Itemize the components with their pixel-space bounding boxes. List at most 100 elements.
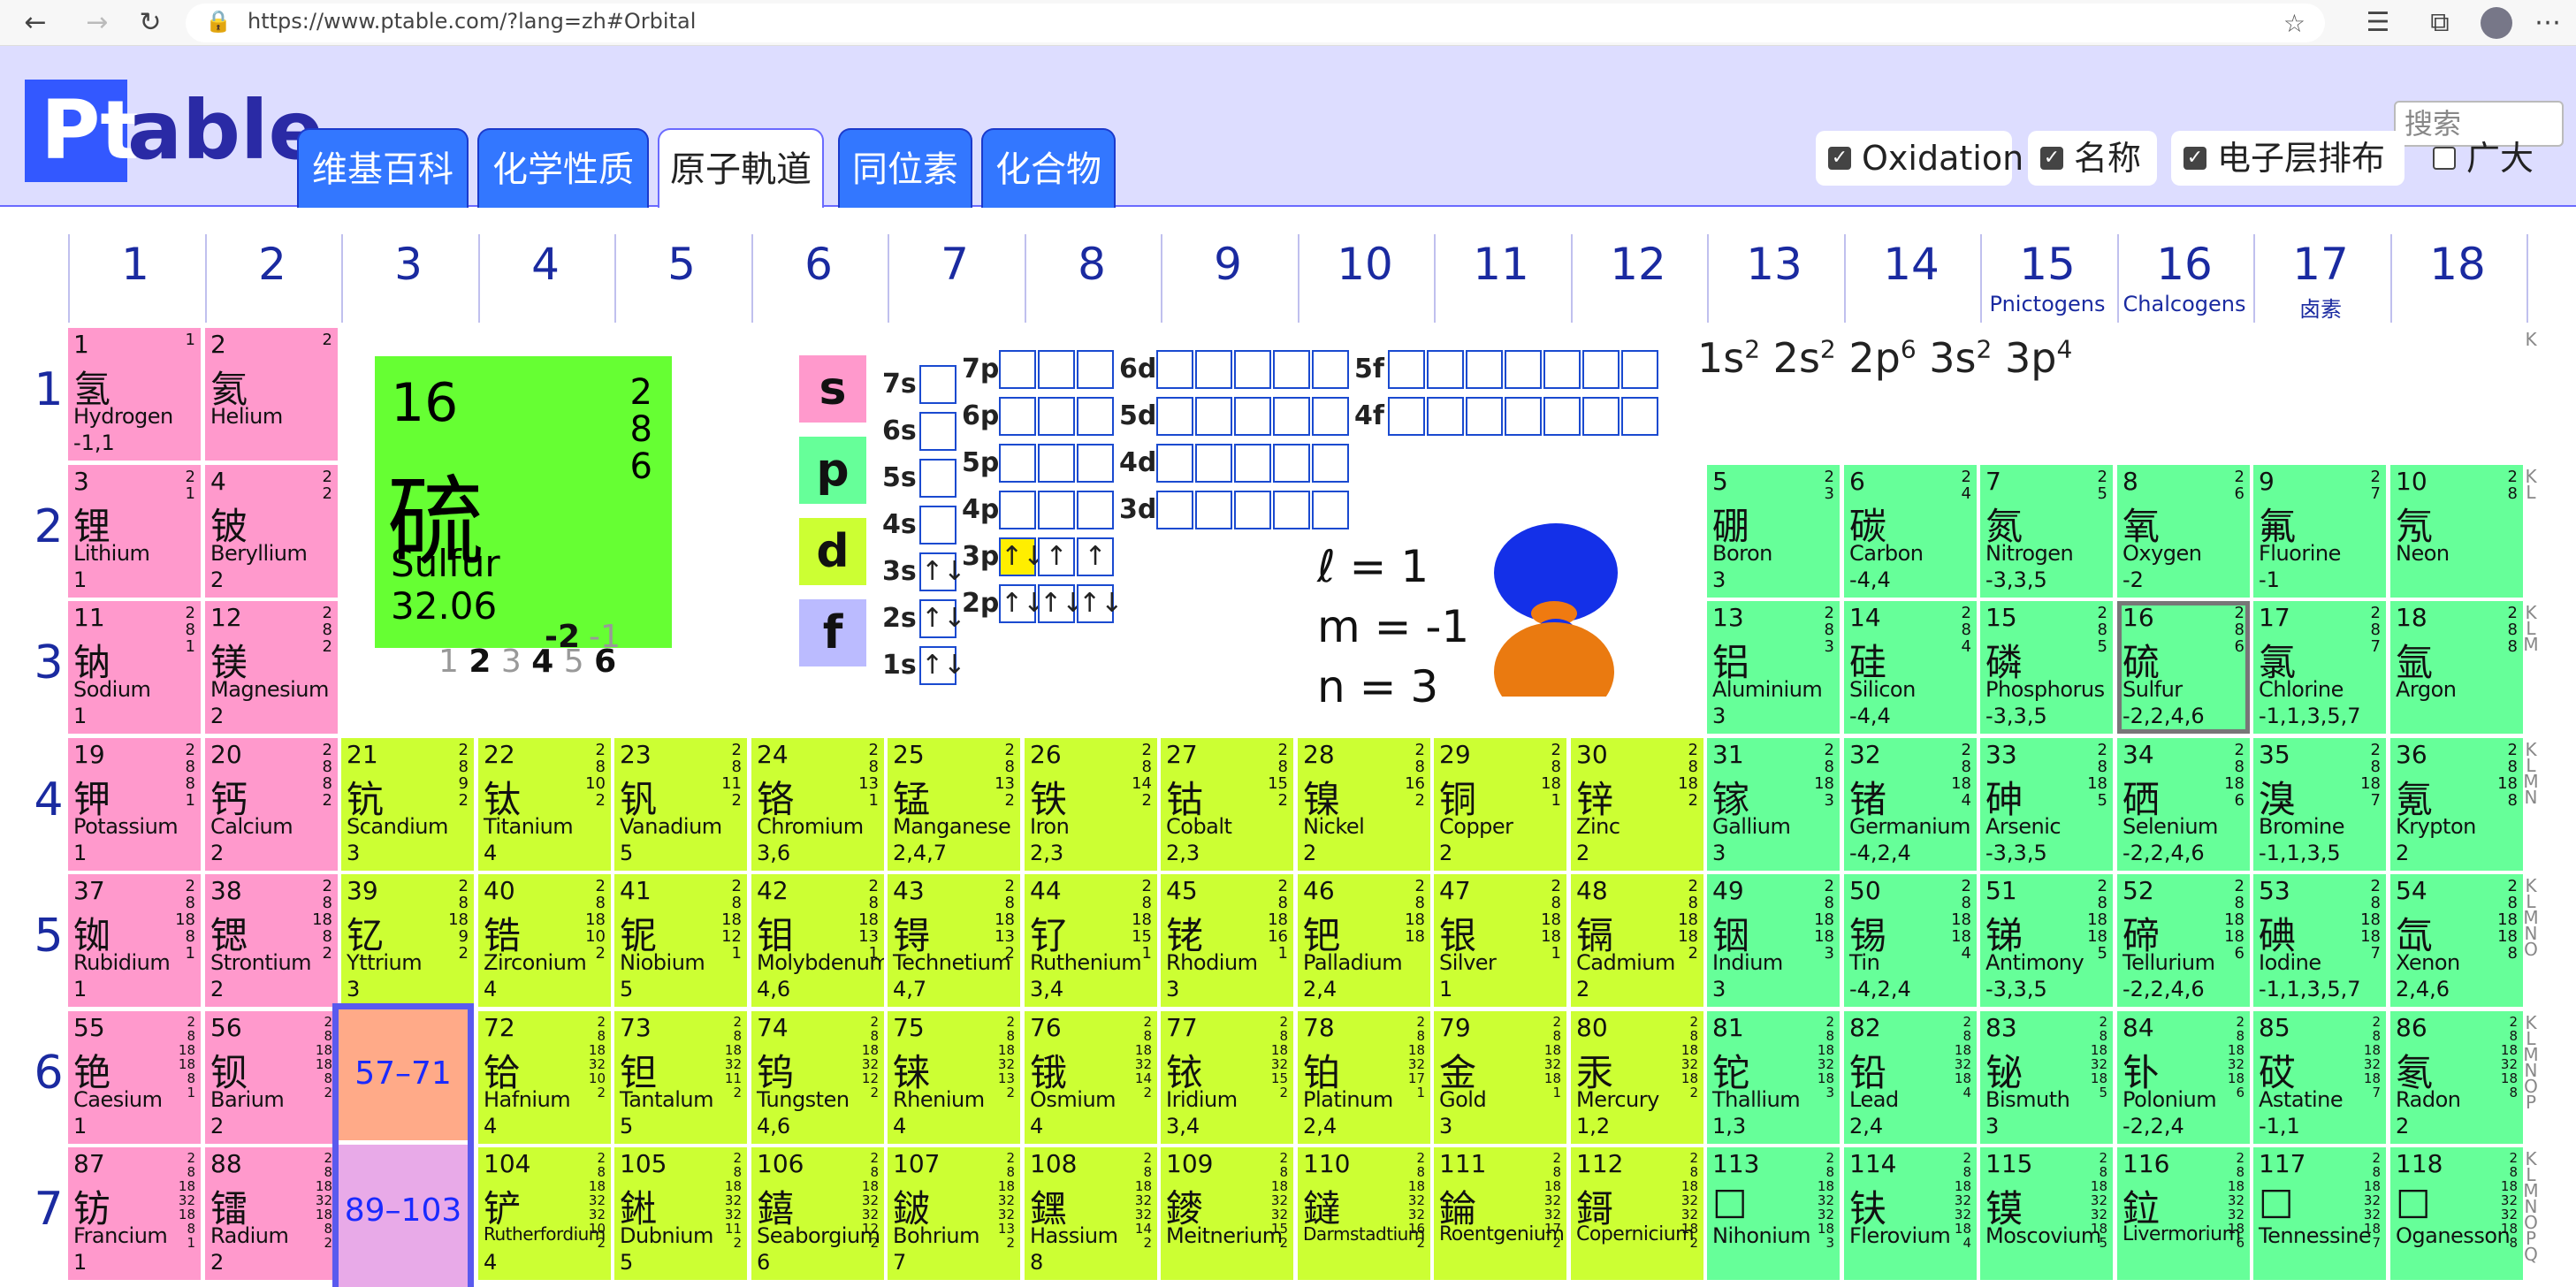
orbital-box[interactable] <box>1427 397 1464 436</box>
element-cell[interactable]: 118 □ Oganesson 2 8 18 32 32 18 8 <box>2390 1147 2523 1280</box>
element-cell[interactable]: 27 钴 Cobalt 2,3 2 8 15 2 <box>1161 738 1293 871</box>
orbital-box[interactable] <box>919 506 956 544</box>
orbital-box[interactable]: ↑↓ <box>1038 584 1084 623</box>
toggle-wide[interactable]: 广大 <box>2420 131 2553 186</box>
address-bar[interactable]: 🔒 https://www.ptable.com/?lang=zh#Orbita… <box>186 4 2325 42</box>
element-cell[interactable]: 12 镁 Magnesium 2 2 8 2 <box>205 601 338 734</box>
group-number[interactable]: 3 <box>341 239 476 290</box>
element-cell[interactable]: 51 锑 Antimony -3,3,5 2 8 18 18 5 <box>1980 874 2113 1007</box>
orbital-box[interactable] <box>1156 350 1193 389</box>
element-cell[interactable]: 14 硅 Silicon -4,4 2 8 4 <box>1844 601 1977 734</box>
element-cell[interactable]: 50 锡 Tin -4,2,4 2 8 18 18 4 <box>1844 874 1977 1007</box>
element-cell[interactable]: 2 氦 Helium 2 <box>205 328 338 461</box>
element-cell[interactable]: 74 钨 Tungsten 4,6 2 8 18 32 12 2 <box>751 1011 884 1144</box>
orbital-box[interactable] <box>1195 397 1232 436</box>
group-number[interactable]: 17 <box>2253 239 2388 290</box>
collections-icon[interactable]: ⧉ <box>2422 5 2458 41</box>
element-cell[interactable]: 44 钌 Ruthenium 3,4 2 8 18 15 1 <box>1025 874 1157 1007</box>
element-cell[interactable]: 13 铝 Aluminium 3 2 8 3 <box>1707 601 1840 734</box>
group-number[interactable]: 11 <box>1434 239 1568 290</box>
favorites-icon[interactable]: ☰ <box>2360 5 2396 41</box>
toggle-shells[interactable]: ✓ 电子层排布 <box>2171 131 2405 186</box>
orbital-box[interactable] <box>1312 350 1349 389</box>
element-cell[interactable]: 30 锌 Zinc 2 2 8 18 2 <box>1571 738 1703 871</box>
element-cell[interactable]: 15 磷 Phosphorus -3,3,5 2 8 5 <box>1980 601 2113 734</box>
element-cell[interactable]: 6 碳 Carbon -4,4 2 4 <box>1844 465 1977 598</box>
element-cell[interactable]: 48 镉 Cadmium 2 2 8 18 18 2 <box>1571 874 1703 1007</box>
element-cell[interactable]: 25 锰 Manganese 2,4,7 2 8 13 2 <box>888 738 1020 871</box>
element-cell[interactable]: 29 铜 Copper 2 2 8 18 1 <box>1434 738 1566 871</box>
element-cell[interactable]: 84 钋 Polonium -2,2,4 2 8 18 32 18 6 <box>2117 1011 2250 1144</box>
orbital-box[interactable] <box>1273 350 1310 389</box>
element-cell[interactable]: 82 铅 Lead 2,4 2 8 18 32 18 4 <box>1844 1011 1977 1144</box>
element-cell[interactable]: 37 铷 Rubidium 1 2 8 18 8 1 <box>68 874 201 1007</box>
element-cell[interactable]: 112 鎶 Copernicium 2 8 18 32 32 18 2 <box>1571 1147 1703 1280</box>
element-cell[interactable]: 26 铁 Iron 2,3 2 8 14 2 <box>1025 738 1157 871</box>
orbital-box[interactable] <box>1038 491 1075 529</box>
element-cell[interactable]: 42 钼 Molybdenum 4,6 2 8 18 13 1 <box>751 874 884 1007</box>
group-number[interactable]: 15 <box>1980 239 2115 290</box>
orbital-box[interactable] <box>1077 491 1114 529</box>
toggle-names[interactable]: ✓ 名称 <box>2028 131 2157 186</box>
orbital-box[interactable] <box>999 397 1036 436</box>
element-cell[interactable]: 41 铌 Niobium 5 2 8 18 12 1 <box>614 874 747 1007</box>
orbital-box[interactable] <box>919 365 956 404</box>
element-cell[interactable]: 33 砷 Arsenic -3,3,5 2 8 18 5 <box>1980 738 2113 871</box>
element-cell[interactable]: 78 铂 Platinum 2,4 2 8 18 32 17 1 <box>1298 1011 1430 1144</box>
orbital-box[interactable] <box>1077 397 1114 436</box>
element-cell[interactable]: 21 钪 Scandium 3 2 8 9 2 <box>341 738 474 871</box>
element-cell[interactable]: 35 溴 Bromine -1,1,3,5 2 8 18 7 <box>2253 738 2386 871</box>
tab-isotopes[interactable]: 同位素 <box>838 128 972 208</box>
group-number[interactable]: 1 <box>68 239 202 290</box>
group-number[interactable]: 16 <box>2117 239 2252 290</box>
orbital-box[interactable] <box>1582 350 1620 389</box>
orbital-box[interactable] <box>1543 350 1581 389</box>
element-cell[interactable]: 106 𨭎 Seaborgium 6 2 8 18 32 32 12 2 <box>751 1147 884 1280</box>
element-cell[interactable]: 23 钒 Vanadium 5 2 8 11 2 <box>614 738 747 871</box>
element-cell[interactable]: 53 碘 Iodine -1,1,3,5,7 2 8 18 18 7 <box>2253 874 2386 1007</box>
orbital-box[interactable] <box>1388 397 1425 436</box>
element-cell[interactable]: 24 铬 Chromium 3,6 2 8 13 1 <box>751 738 884 871</box>
group-number[interactable]: 14 <box>1844 239 1978 290</box>
orbital-box[interactable] <box>1234 491 1271 529</box>
orbital-box[interactable] <box>919 459 956 498</box>
orbital-box[interactable] <box>919 412 956 451</box>
element-cell[interactable]: 72 铪 Hafnium 4 2 8 18 32 10 2 <box>478 1011 611 1144</box>
element-cell[interactable]: 86 氡 Radon 2 2 8 18 32 18 8 <box>2390 1011 2523 1144</box>
element-cell[interactable]: 20 钙 Calcium 2 2 8 8 2 <box>205 738 338 871</box>
orbital-box[interactable]: ↑↓ <box>999 584 1045 623</box>
element-cell[interactable]: 1 氢 Hydrogen -1,1 1 <box>68 328 201 461</box>
orbital-box[interactable] <box>1543 397 1581 436</box>
tab-orbitals[interactable]: 原子軌道 <box>658 128 824 208</box>
element-cell[interactable]: 5 硼 Boron 3 2 3 <box>1707 465 1840 598</box>
element-cell[interactable]: 111 錀 Roentgenium 2 8 18 32 32 17 2 <box>1434 1147 1566 1280</box>
orbital-d-button[interactable]: d <box>799 518 866 585</box>
element-cell[interactable]: 113 □ Nihonium 2 8 18 32 32 18 3 <box>1707 1147 1840 1280</box>
element-cell[interactable]: 19 钾 Potassium 1 2 8 8 1 <box>68 738 201 871</box>
element-cell[interactable]: 108 𨭆 Hassium 8 2 8 18 32 32 14 2 <box>1025 1147 1157 1280</box>
element-cell[interactable]: 116 鉝 Livermorium 2 8 18 32 32 18 6 <box>2117 1147 2250 1280</box>
element-cell[interactable]: 73 钽 Tantalum 5 2 8 18 32 11 2 <box>614 1011 747 1144</box>
element-cell[interactable]: 4 铍 Beryllium 2 2 2 <box>205 465 338 598</box>
forward-icon[interactable]: → <box>80 5 115 41</box>
orbital-box[interactable] <box>1077 350 1114 389</box>
element-cell[interactable]: 107 𨨏 Bohrium 7 2 8 18 32 32 13 2 <box>888 1147 1020 1280</box>
element-cell[interactable]: 88 镭 Radium 2 2 8 18 32 18 8 2 <box>205 1147 338 1280</box>
orbital-s-button[interactable]: s <box>799 355 866 423</box>
group-number[interactable]: 18 <box>2390 239 2525 290</box>
element-cell[interactable]: 80 汞 Mercury 1,2 2 8 18 32 18 2 <box>1571 1011 1703 1144</box>
group-number[interactable]: 12 <box>1571 239 1705 290</box>
orbital-box[interactable] <box>999 350 1036 389</box>
toggle-oxidation[interactable]: ✓ Oxidation <box>1816 131 2023 186</box>
orbital-box[interactable] <box>1273 397 1310 436</box>
orbital-box[interactable] <box>999 444 1036 483</box>
element-cell[interactable]: 22 钛 Titanium 4 2 8 10 2 <box>478 738 611 871</box>
orbital-box[interactable] <box>1234 350 1271 389</box>
element-cell[interactable]: 34 硒 Selenium -2,2,4,6 2 8 18 6 <box>2117 738 2250 871</box>
group-number[interactable]: 9 <box>1161 239 1295 290</box>
orbital-box[interactable] <box>1038 350 1075 389</box>
element-cell[interactable]: 9 氟 Fluorine -1 2 7 <box>2253 465 2386 598</box>
element-cell[interactable]: 56 钡 Barium 2 2 8 18 18 8 2 <box>205 1011 338 1144</box>
orbital-box[interactable] <box>1273 491 1310 529</box>
orbital-box[interactable] <box>1156 444 1193 483</box>
